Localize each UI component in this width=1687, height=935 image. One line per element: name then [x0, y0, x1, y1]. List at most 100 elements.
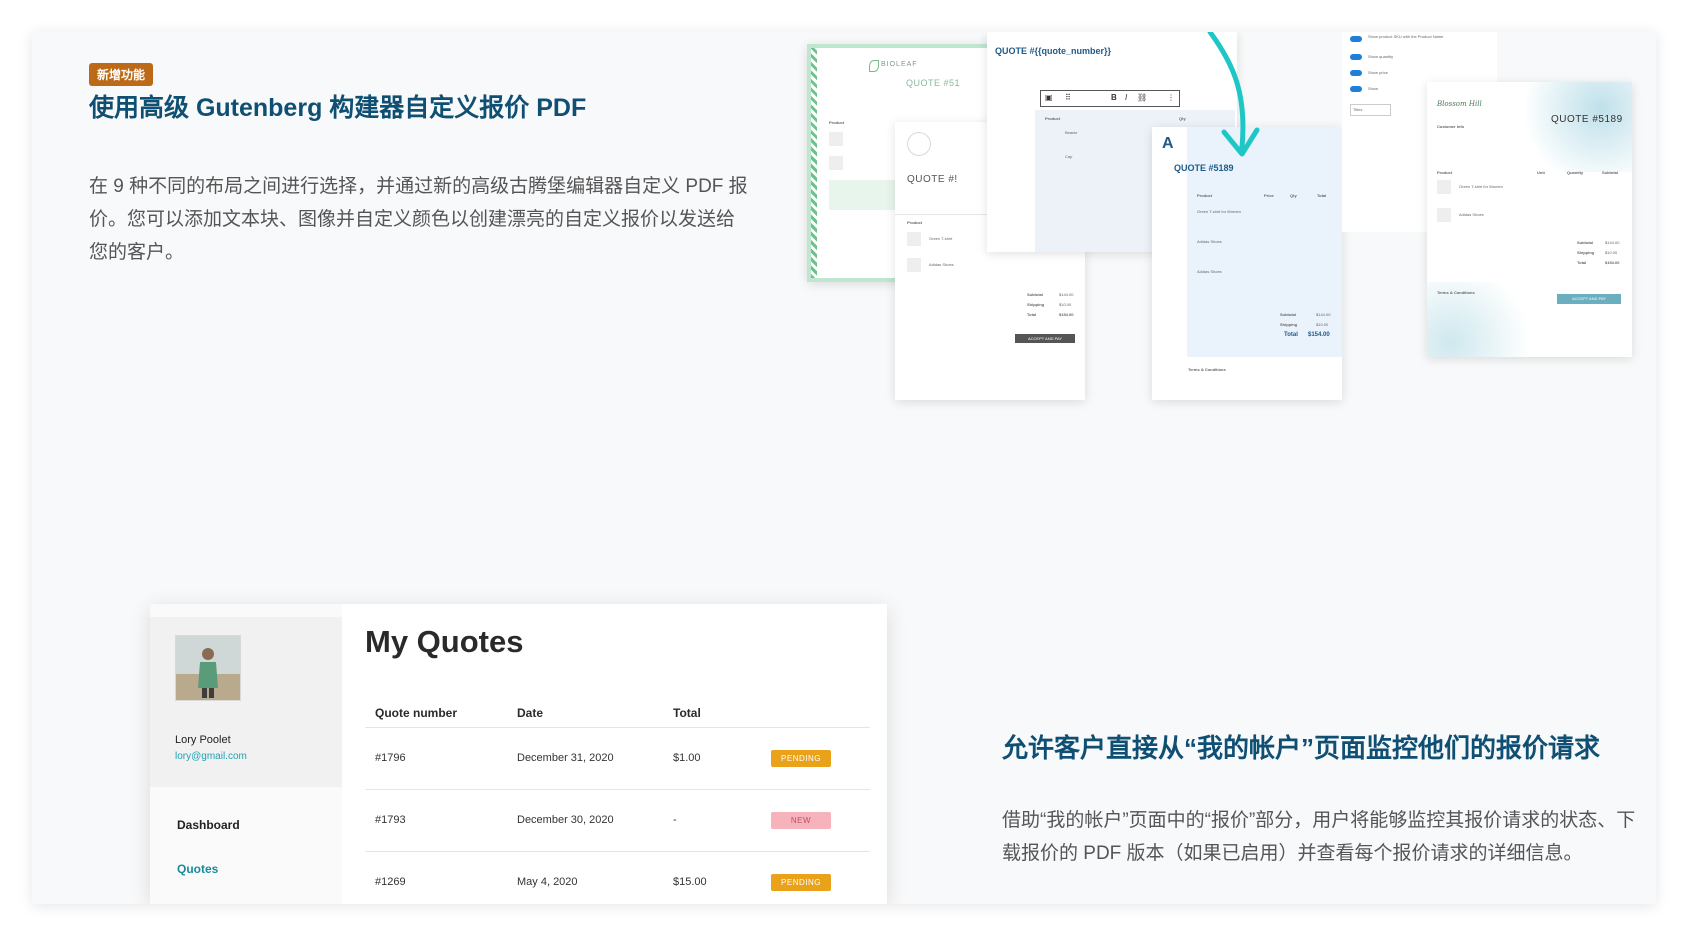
quote-total: -: [673, 814, 677, 826]
product-thumb: [1437, 180, 1451, 194]
aurelia-header-total: Total: [1317, 193, 1327, 198]
feature-description-my-account: 借助“我的帐户”页面中的“报价”部分，用户将能够监控其报价请求的状态、下载报价的…: [1002, 810, 1636, 864]
aurelia-subtotal-value: $144.00: [1316, 312, 1331, 317]
bioleaf-brand: BIOLEAF: [881, 61, 918, 68]
quote-number[interactable]: #1793: [375, 814, 406, 826]
nav-dashboard[interactable]: Dashboard: [177, 818, 240, 832]
coffee-accept-button: ACCEPT AND PAY: [1015, 334, 1075, 343]
blossom-customer-info: Customer Info: [1437, 124, 1465, 129]
aurelia-template-preview: A QUOTE #5189 Product Price Qty Total Gr…: [1152, 127, 1342, 400]
my-account-quotes-preview: Lory Poolet lory@gmail.com Dashboard Quo…: [150, 604, 887, 904]
avatar: [175, 635, 241, 701]
product-thumb: [1437, 208, 1451, 222]
aurelia-quote-title: QUOTE #5189: [1174, 163, 1234, 173]
aurelia-shipping-value: $10.00: [1316, 322, 1329, 327]
editor-block-toolbar: ▣ ⠿ B I ⛓ ⋮: [1040, 90, 1180, 107]
bioleaf-product-header: Product: [829, 120, 845, 125]
content-panel: 新增功能 使用高级 Gutenberg 构建器自定义报价 PDF 在 9 种不同…: [32, 32, 1656, 904]
user-email[interactable]: lory@gmail.com: [175, 751, 247, 762]
aurelia-terms: Terms & Conditions: [1188, 367, 1226, 372]
aurelia-item: Adidas Shoes: [1197, 239, 1222, 244]
status-badge: PENDING: [771, 750, 831, 767]
coffee-product-header: Product: [907, 220, 923, 225]
editor-item-beanie: Beanie: [1065, 130, 1078, 135]
editor-quote-title: QUOTE #{{quote_number}}: [995, 46, 1112, 56]
user-name: Lory Poolet: [175, 734, 231, 746]
aurelia-shipping-label: Shipping: [1280, 322, 1298, 327]
product-thumb: [829, 156, 843, 170]
toggle-label-sku: Show product SKU with the Product Name: [1368, 34, 1444, 39]
blossom-subtotal-value: $144.00: [1605, 240, 1620, 245]
editor-item-cap: Cap: [1065, 154, 1073, 159]
blossom-terms: Terms & Conditions: [1437, 290, 1475, 295]
blossom-subtotal-label: Subtotal: [1577, 240, 1593, 245]
coffee-item-green: Green T-shirt: [929, 236, 953, 241]
coffee-quote-title: QUOTE #!: [907, 174, 958, 185]
blossom-quote-title: QUOTE #5189: [1551, 114, 1623, 125]
coffee-total-label: Total: [1027, 312, 1037, 317]
quote-date: May 4, 2020: [517, 876, 578, 888]
product-thumb: [829, 132, 843, 146]
user-profile: Lory Poolet lory@gmail.com: [150, 617, 342, 787]
quote-date: December 31, 2020: [517, 752, 614, 764]
column-header-total: Total: [673, 706, 701, 720]
blossom-shipping-value: $10.00: [1605, 250, 1618, 255]
product-thumb: [907, 232, 921, 246]
column-header-number: Quote number: [375, 706, 458, 720]
toggle-label-price: Show price: [1368, 70, 1388, 75]
toggle-label-quantity: Show quantity: [1368, 54, 1394, 59]
aurelia-header-qty: Qty: [1290, 193, 1297, 198]
feature-title-gutenberg: 使用高级 Gutenberg 构建器自定义报价 PDF: [89, 94, 587, 122]
blossom-total-value: $154.00: [1605, 260, 1620, 265]
blossom-total-label: Total: [1577, 260, 1587, 265]
blossom-subtotal-header: Subtotal: [1602, 170, 1618, 175]
status-badge: PENDING: [771, 874, 831, 891]
quote-number[interactable]: #1269: [375, 876, 406, 888]
new-feature-badge: 新增功能: [89, 63, 154, 86]
blossom-shipping-label: Shipping: [1577, 250, 1595, 255]
page-title: My Quotes: [365, 624, 524, 659]
table-row[interactable]: #1793 December 30, 2020 - NEW: [365, 789, 870, 852]
blossom-quantity-header: Quantity: [1567, 170, 1584, 175]
aurelia-total-value: $154.00: [1308, 332, 1330, 338]
coffee-item-adidas: Adidas Shoes: [929, 262, 954, 267]
status-badge: NEW: [771, 812, 831, 829]
blossom-accept-button: ACCEPT AND PAY: [1557, 294, 1621, 304]
coffee-shipping-value: $10.00: [1059, 302, 1072, 307]
coffee-subtotal-value: $144.00: [1059, 292, 1074, 297]
aurelia-total-label: Total: [1284, 332, 1298, 338]
column-header-date: Date: [517, 706, 544, 720]
quote-total: $15.00: [673, 876, 707, 888]
aurelia-item: Green T-shirt for Women: [1197, 209, 1241, 214]
toggle-quantity: [1350, 54, 1362, 60]
coffee-subtotal-label: Subtotal: [1027, 292, 1043, 297]
table-row[interactable]: #1269 May 4, 2020 $15.00 PENDING: [365, 851, 870, 904]
blossom-item: Adidas Shoes: [1459, 212, 1484, 217]
quote-number[interactable]: #1796: [375, 752, 406, 764]
aurelia-header-price: Price: [1264, 193, 1274, 198]
blossom-item: Green T-shirt for Women: [1459, 184, 1503, 189]
toggle-sku: [1350, 36, 1362, 42]
toggle-price: [1350, 70, 1362, 76]
blossom-product-header: Product: [1437, 170, 1453, 175]
product-thumb: [907, 258, 921, 272]
quote-templates-collage: BIOLEAF QUOTE #51 Product QUOTE #! Produ…: [807, 32, 1637, 452]
nav-quotes[interactable]: Quotes: [177, 862, 218, 876]
blossom-brand-logo: Blossom Hill: [1437, 100, 1482, 108]
account-sidebar: Lory Poolet lory@gmail.com Dashboard Quo…: [150, 604, 342, 904]
blossom-unit-header: Unit: [1537, 170, 1545, 175]
quote-total: $1.00: [673, 752, 701, 764]
quote-date: December 30, 2020: [517, 814, 614, 826]
aurelia-header-product: Product: [1197, 193, 1213, 198]
titles-field: Titles: [1350, 104, 1391, 116]
toggle-label-show: Show: [1368, 86, 1379, 91]
aurelia-logo-icon: A: [1162, 135, 1174, 152]
blossom-template-preview: Blossom Hill QUOTE #5189 Customer Info P…: [1427, 82, 1632, 357]
coffee-logo-icon: [907, 132, 931, 156]
feature-description-gutenberg: 在 9 种不同的布局之间进行选择，并通过新的高级古腾堡编辑器自定义 PDF 报价…: [89, 176, 748, 263]
feature-title-my-account: 允许客户直接从“我的帐户”页面监控他们的报价请求: [1002, 733, 1601, 763]
bioleaf-leaf-icon: [869, 60, 879, 72]
table-row[interactable]: #1796 December 31, 2020 $1.00 PENDING: [365, 727, 870, 790]
coffee-total-value: $154.00: [1059, 312, 1074, 317]
bioleaf-quote-title: QUOTE #51: [906, 78, 961, 88]
